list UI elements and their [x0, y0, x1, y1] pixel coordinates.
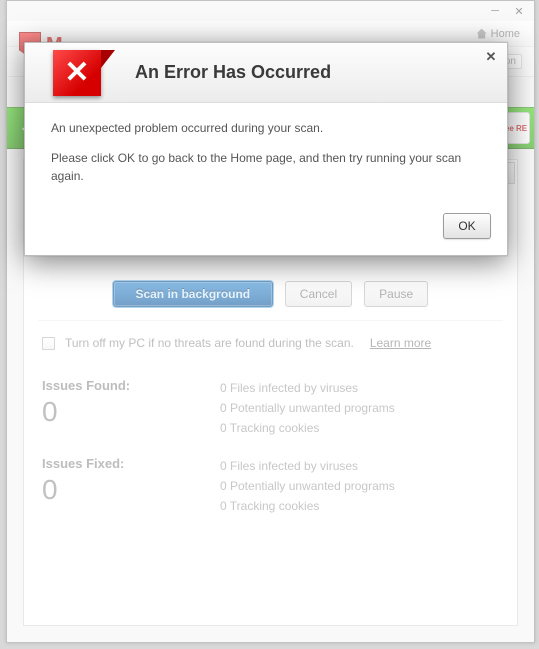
x-icon: ✕ — [64, 58, 89, 88]
dialog-message-1: An unexpected problem occurred during yo… — [51, 119, 483, 137]
dialog-message-2: Please click OK to go back to the Home p… — [51, 149, 483, 185]
error-dialog: ✕ An Error Has Occurred ✕ An unexpected … — [24, 42, 508, 256]
dialog-close-button[interactable]: ✕ — [483, 49, 499, 65]
dialog-title: An Error Has Occurred — [135, 62, 331, 83]
dialog-body: An unexpected problem occurred during yo… — [25, 103, 507, 207]
error-icon: ✕ — [53, 50, 101, 96]
ok-button[interactable]: OK — [443, 213, 491, 239]
dialog-header: ✕ An Error Has Occurred ✕ — [25, 43, 507, 103]
dialog-footer: OK — [25, 207, 507, 255]
